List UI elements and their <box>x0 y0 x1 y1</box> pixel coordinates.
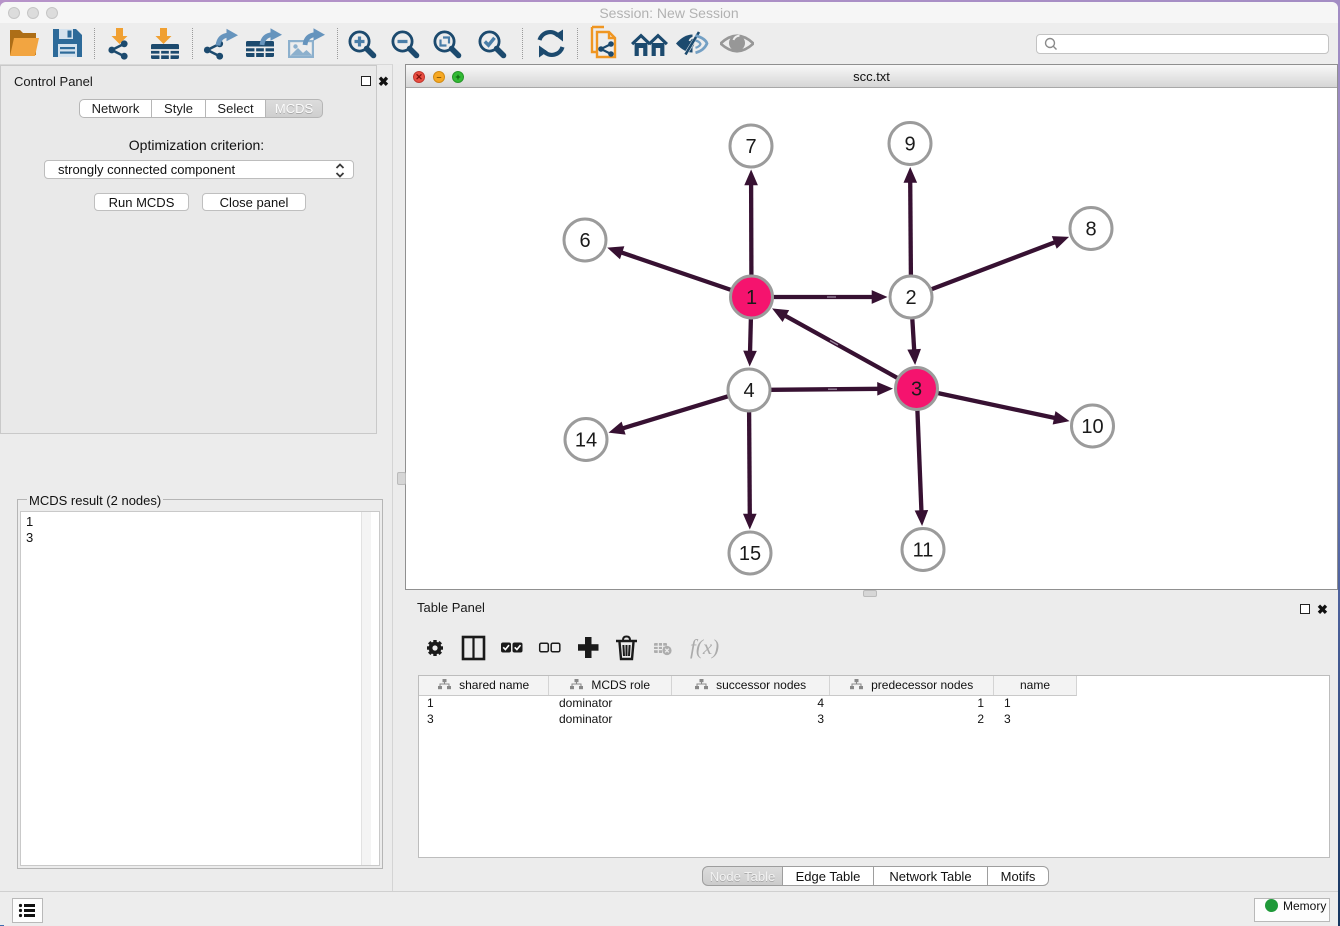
svg-text:10: 10 <box>1081 416 1103 438</box>
svg-text:11: 11 <box>913 540 934 562</box>
svg-text:1: 1 <box>746 287 757 309</box>
svg-text:3: 3 <box>911 379 922 401</box>
svg-text:15: 15 <box>739 543 761 565</box>
svg-text:9: 9 <box>904 134 915 156</box>
svg-text:6: 6 <box>579 230 590 252</box>
svg-text:7: 7 <box>745 136 756 158</box>
svg-text:8: 8 <box>1085 219 1096 241</box>
svg-text:4: 4 <box>743 380 754 402</box>
svg-text:f(x): f(x) <box>690 635 719 659</box>
svg-text:14: 14 <box>575 430 597 452</box>
svg-text:2: 2 <box>905 287 916 309</box>
